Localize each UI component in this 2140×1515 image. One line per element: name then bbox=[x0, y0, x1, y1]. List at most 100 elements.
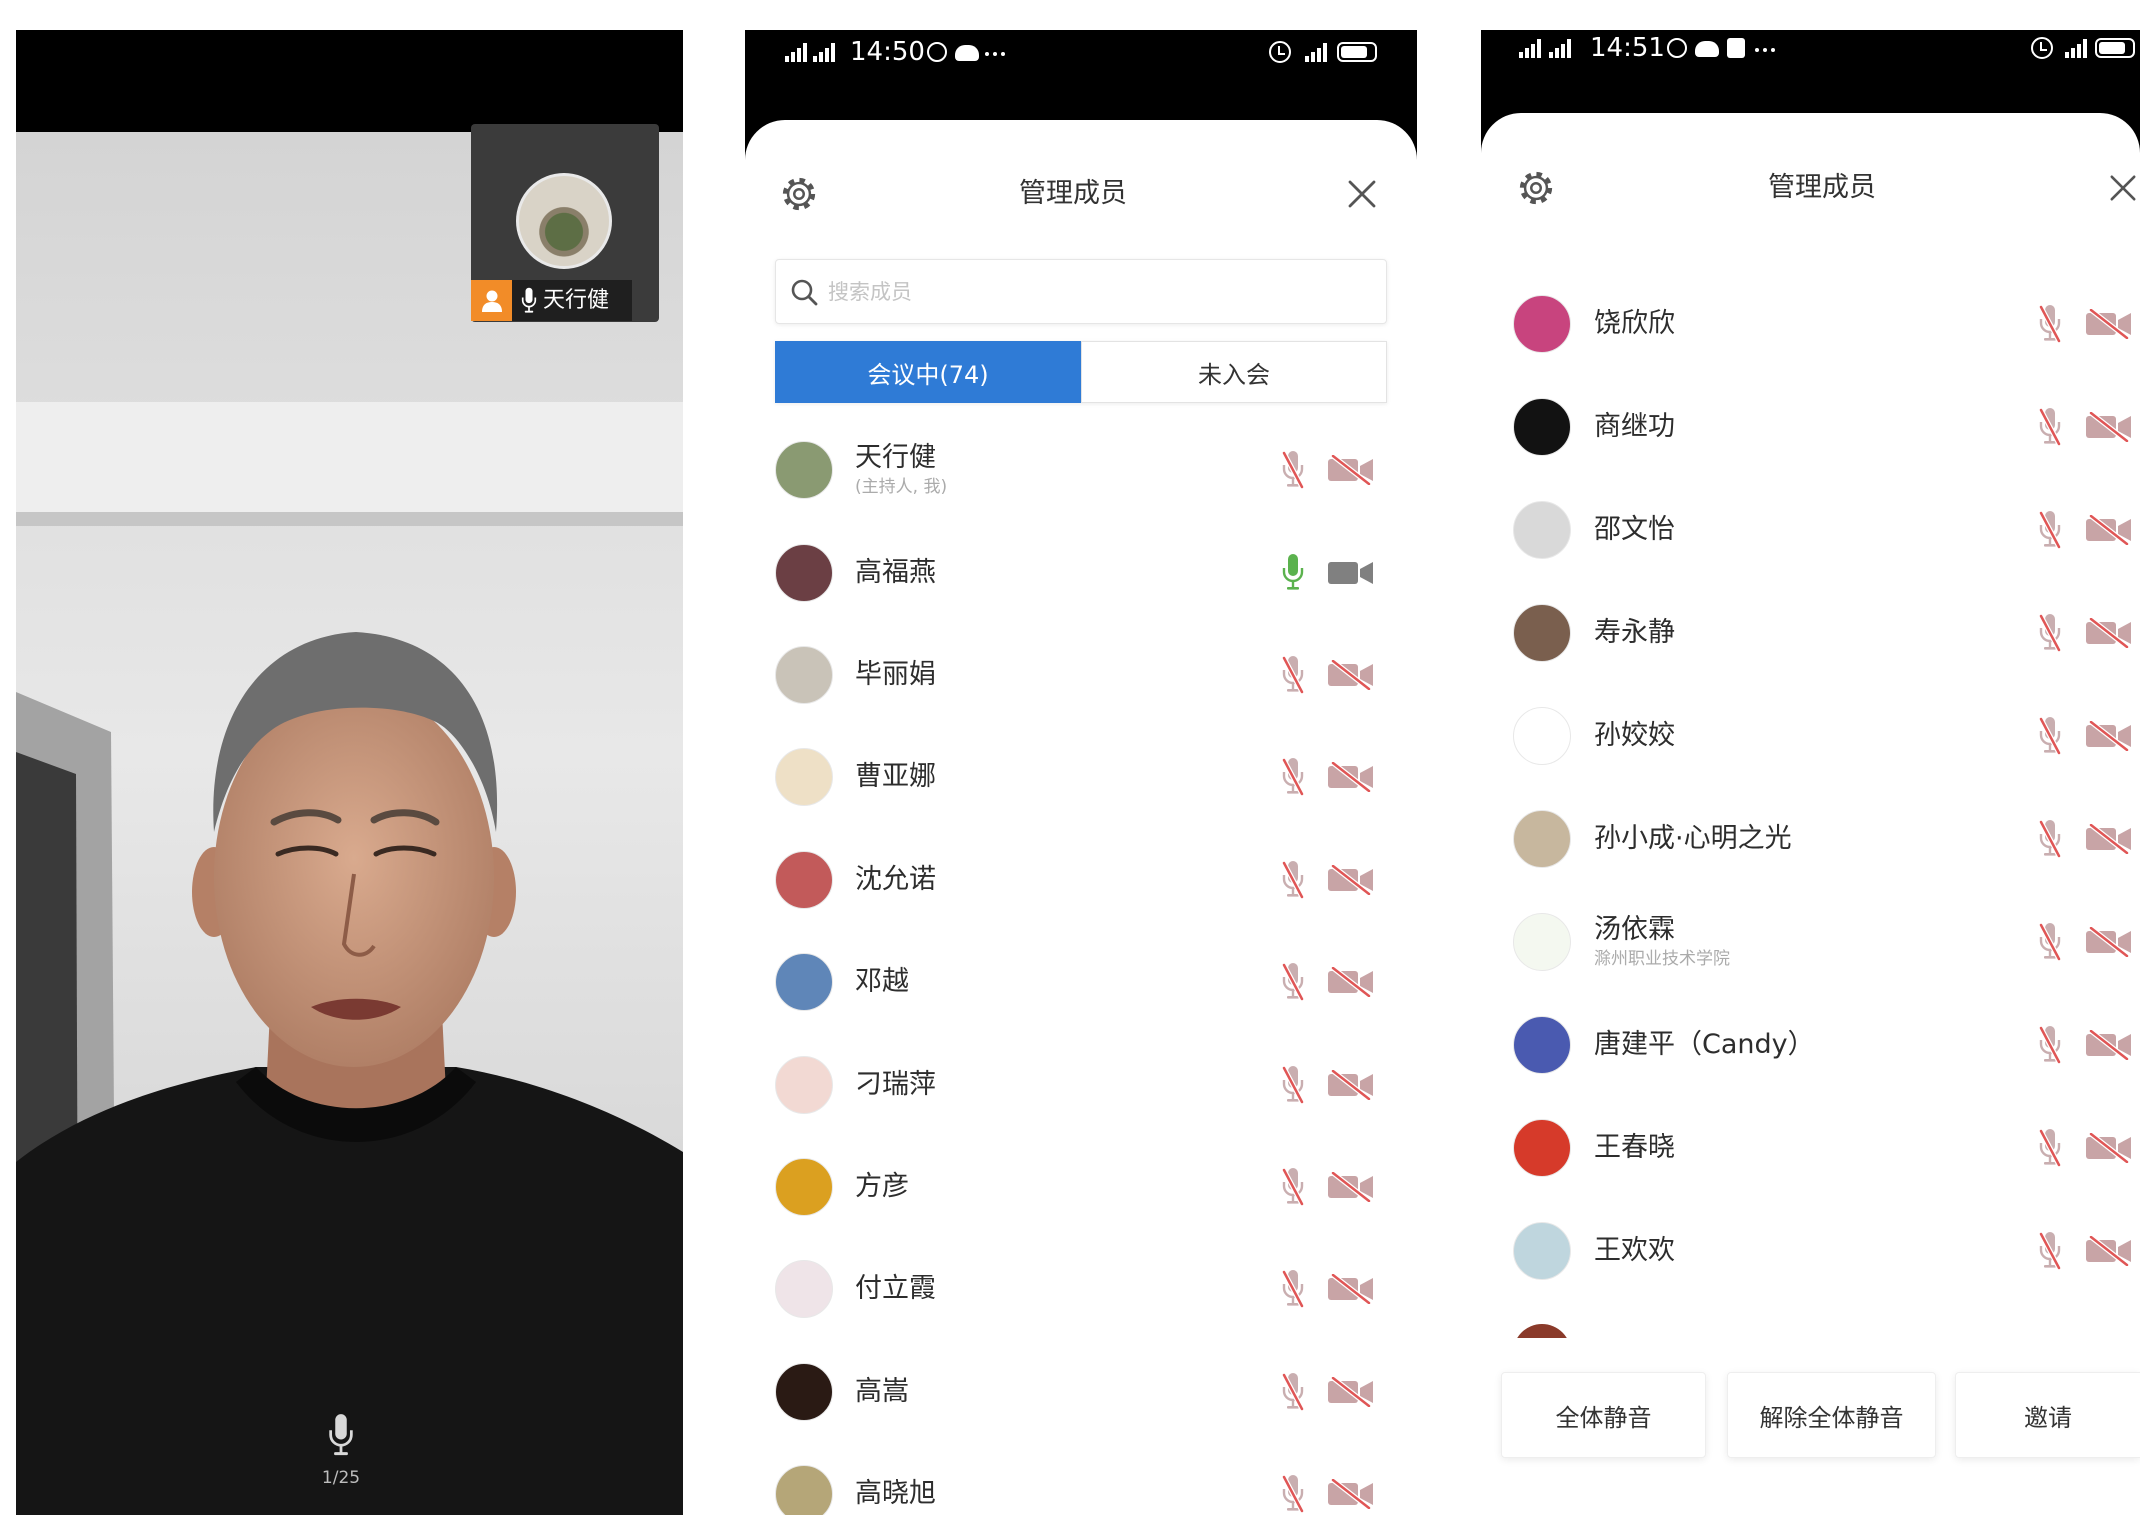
participant-video-feed[interactable] bbox=[16, 132, 683, 1515]
camera-off-icon[interactable] bbox=[1327, 659, 1375, 690]
camera-off-icon[interactable] bbox=[2085, 823, 2133, 854]
avatar bbox=[1513, 500, 1571, 559]
member-row[interactable]: 孙姣姣 bbox=[1481, 684, 2140, 787]
member-list[interactable]: 饶欣欣 商继功邵文怡寿永静孙姣姣孙小成·心明之光 汤依霖 滁州职业技术学院 唐建平（Ca… bbox=[1481, 272, 2140, 1338]
member-row[interactable]: 高福燕 bbox=[745, 521, 1417, 623]
member-row[interactable]: 唐建平（Candy） bbox=[1481, 993, 2140, 1096]
member-text: 邓越 bbox=[855, 931, 909, 1033]
member-row[interactable]: 邓越 bbox=[745, 931, 1417, 1033]
mic-muted-icon[interactable] bbox=[1282, 450, 1304, 490]
search-box[interactable] bbox=[775, 259, 1387, 324]
avatar bbox=[775, 543, 833, 602]
member-row[interactable]: 沈允诺 bbox=[745, 829, 1417, 931]
camera-off-icon[interactable] bbox=[2085, 617, 2133, 648]
member-row[interactable]: 邵文怡 bbox=[1481, 478, 2140, 581]
member-subtitle: (主持人, 我) bbox=[855, 477, 948, 498]
camera-off-icon[interactable] bbox=[1327, 1479, 1375, 1510]
member-row[interactable]: 高嵩 bbox=[745, 1341, 1417, 1443]
camera-off-icon[interactable] bbox=[1327, 864, 1375, 895]
invite-button[interactable]: 邀请 bbox=[1955, 1372, 2140, 1458]
camera-off-icon[interactable] bbox=[2085, 1132, 2133, 1163]
mic-muted-icon[interactable] bbox=[2039, 510, 2061, 550]
camera-off-icon[interactable] bbox=[1327, 967, 1375, 998]
mic-muted-icon[interactable] bbox=[1282, 1065, 1304, 1105]
signal-icon bbox=[1305, 42, 1329, 62]
member-row[interactable]: 饶欣欣 bbox=[1481, 272, 2140, 375]
camera-off-icon[interactable] bbox=[1327, 1171, 1375, 1202]
member-tabs: 会议中(74) 未入会 bbox=[775, 341, 1387, 403]
member-text: 寿永静 bbox=[1594, 581, 1675, 684]
mic-muted-icon[interactable] bbox=[1282, 860, 1304, 900]
member-row[interactable]: 商继功 bbox=[1481, 375, 2140, 478]
camera-off-icon[interactable] bbox=[2085, 514, 2133, 545]
alarm-icon bbox=[2031, 37, 2053, 59]
member-row[interactable]: 毕丽娟 bbox=[745, 624, 1417, 726]
mic-muted-icon[interactable] bbox=[2039, 407, 2061, 447]
member-row[interactable]: 王春晓 bbox=[1481, 1096, 2140, 1199]
mic-muted-icon[interactable] bbox=[1282, 1167, 1304, 1207]
camera-off-icon[interactable] bbox=[1327, 1069, 1375, 1100]
member-name: 邵文怡 bbox=[1594, 513, 1675, 545]
mic-muted-icon[interactable] bbox=[1282, 1474, 1304, 1514]
mic-muted-icon[interactable] bbox=[1282, 655, 1304, 695]
member-list[interactable]: 天行健 (主持人, 我) 高福燕毕丽娟曹亚娜 沈允诺 邓越刁瑞萍方彦 付立霞 高嵩 高晓旭 bbox=[745, 419, 1417, 1515]
mic-icon[interactable] bbox=[326, 1413, 356, 1459]
avatar bbox=[516, 173, 612, 269]
mic-muted-icon[interactable] bbox=[2039, 1231, 2061, 1271]
camera-off-icon[interactable] bbox=[2085, 1235, 2133, 1266]
camera-icon[interactable] bbox=[1327, 558, 1375, 588]
member-name: 毕丽娟 bbox=[855, 658, 936, 690]
more-notifications-icon bbox=[1755, 48, 1775, 52]
app-notification-icon bbox=[1727, 38, 1745, 58]
member-row[interactable]: 孙小成·心明之光 bbox=[1481, 787, 2140, 890]
mic-muted-icon[interactable] bbox=[2039, 1025, 2061, 1065]
tab-in-meeting[interactable]: 会议中(74) bbox=[775, 341, 1081, 403]
unmute-all-button[interactable]: 解除全体静音 bbox=[1727, 1372, 1936, 1458]
close-icon[interactable] bbox=[1347, 179, 1377, 209]
status-time: 14:51 bbox=[1590, 33, 1665, 63]
member-row[interactable]: 汤依霖 滁州职业技术学院 bbox=[1481, 890, 2140, 993]
gear-icon[interactable] bbox=[780, 175, 818, 213]
mic-muted-icon[interactable] bbox=[2039, 304, 2061, 344]
mic-muted-icon[interactable] bbox=[1282, 757, 1304, 797]
signal-icon bbox=[1549, 38, 1573, 58]
mic-muted-icon[interactable] bbox=[2039, 819, 2061, 859]
mic-muted-icon[interactable] bbox=[1282, 962, 1304, 1002]
weather-icon bbox=[955, 45, 979, 61]
mic-muted-icon[interactable] bbox=[1282, 1269, 1304, 1309]
camera-off-icon[interactable] bbox=[2085, 720, 2133, 751]
mic-muted-icon[interactable] bbox=[2039, 922, 2061, 962]
member-name: 汤依霖 bbox=[1594, 913, 1675, 945]
member-row[interactable]: 曹亚娜 bbox=[745, 726, 1417, 828]
close-icon[interactable] bbox=[2109, 174, 2137, 202]
camera-off-icon[interactable] bbox=[1327, 1274, 1375, 1305]
camera-off-icon[interactable] bbox=[1327, 455, 1375, 486]
member-row[interactable]: 刁瑞萍 bbox=[745, 1033, 1417, 1135]
mic-muted-icon[interactable] bbox=[2039, 1128, 2061, 1168]
camera-off-icon[interactable] bbox=[1327, 762, 1375, 793]
search-input[interactable] bbox=[828, 274, 1368, 310]
member-name: 孙姣姣 bbox=[1594, 719, 1675, 751]
member-row[interactable]: 寿永静 bbox=[1481, 581, 2140, 684]
member-row[interactable]: 付立霞 bbox=[745, 1238, 1417, 1340]
camera-off-icon[interactable] bbox=[2085, 411, 2133, 442]
mic-muted-icon[interactable] bbox=[2039, 716, 2061, 756]
camera-off-icon[interactable] bbox=[2085, 926, 2133, 957]
avatar bbox=[1513, 1324, 1571, 1338]
mute-all-button[interactable]: 全体静音 bbox=[1501, 1372, 1706, 1458]
member-row[interactable]: 王欢欢 bbox=[1481, 1199, 2140, 1302]
camera-off-icon[interactable] bbox=[2085, 308, 2133, 339]
member-row[interactable]: 高晓旭 bbox=[745, 1443, 1417, 1515]
member-row[interactable]: 方彦 bbox=[745, 1136, 1417, 1238]
tab-not-joined[interactable]: 未入会 bbox=[1081, 341, 1387, 403]
member-name: 刁瑞萍 bbox=[855, 1068, 936, 1100]
avatar bbox=[1513, 1221, 1571, 1280]
mic-icon[interactable] bbox=[1282, 553, 1304, 593]
mic-muted-icon[interactable] bbox=[1282, 1372, 1304, 1412]
camera-off-icon[interactable] bbox=[2085, 1029, 2133, 1060]
member-name: 天行健 bbox=[855, 442, 936, 474]
mic-muted-icon[interactable] bbox=[2039, 613, 2061, 653]
member-row[interactable]: 天行健 (主持人, 我) bbox=[745, 419, 1417, 521]
gear-icon[interactable] bbox=[1517, 169, 1555, 207]
camera-off-icon[interactable] bbox=[1327, 1376, 1375, 1407]
